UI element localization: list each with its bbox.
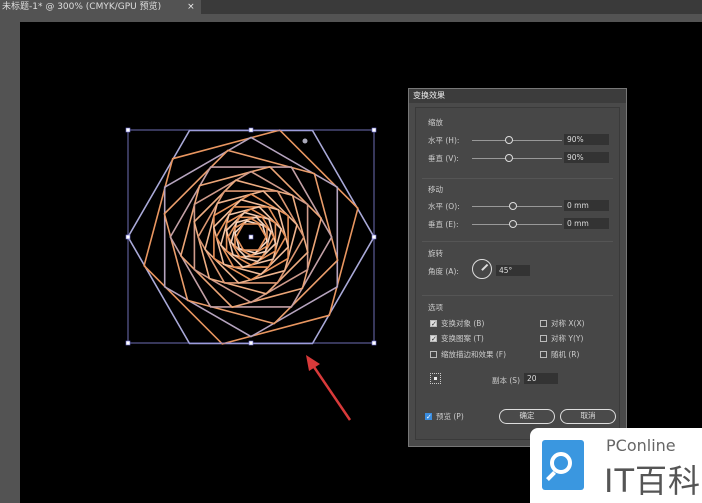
resize-handle[interactable] xyxy=(371,340,377,346)
copies-label: 副本 (S) xyxy=(492,376,520,385)
divider xyxy=(422,241,613,242)
transform-patterns-checkbox[interactable]: ✓ xyxy=(430,335,437,343)
magnifier-logo-icon xyxy=(542,440,584,490)
watermark-name: IT百科 xyxy=(604,462,701,500)
angle-dial[interactable] xyxy=(472,259,492,279)
random-checkbox[interactable] xyxy=(540,351,547,358)
transform-objects-checkbox[interactable]: ✓ xyxy=(430,320,437,328)
ok-button[interactable]: 确定 xyxy=(499,409,555,424)
scale-h-input[interactable]: 90% xyxy=(564,134,609,145)
scale-v-slider[interactable] xyxy=(472,158,562,159)
watermark-brand: PConline xyxy=(606,436,676,455)
preview-checkbox[interactable]: ✓ xyxy=(425,413,432,421)
resize-handle[interactable] xyxy=(248,234,254,240)
move-v-input[interactable]: 0 mm xyxy=(564,218,609,229)
dialog-body: 缩放 水平 (H): 90% 垂直 (V): 90% 移动 水平 (O): 0 … xyxy=(415,107,620,440)
scale-v-knob[interactable] xyxy=(505,154,513,162)
resize-handle[interactable] xyxy=(125,127,131,133)
reflect-y-checkbox[interactable] xyxy=(540,335,547,342)
preview-label: 预览 (P) xyxy=(436,412,464,421)
move-v-knob[interactable] xyxy=(509,220,517,228)
divider xyxy=(422,178,613,179)
arrow-line xyxy=(310,363,352,421)
reflect-x-checkbox[interactable] xyxy=(540,320,547,327)
random-label: 随机 (R) xyxy=(551,350,580,359)
move-h-input[interactable]: 0 mm xyxy=(564,200,609,211)
transform-effect-dialog: 变换效果 缩放 水平 (H): 90% 垂直 (V): 90% 移动 水平 (O… xyxy=(408,88,627,447)
copies-input[interactable]: 20 xyxy=(524,373,558,384)
scale-h-knob[interactable] xyxy=(505,136,513,144)
reference-point-icon[interactable] xyxy=(430,373,441,384)
scale-h-label: 水平 (H): xyxy=(428,136,460,145)
transform-objects-label: 变换对象 (B) xyxy=(441,319,485,328)
move-h-slider[interactable] xyxy=(472,206,562,207)
rotate-label: 旋转 xyxy=(428,249,443,258)
reflect-x-label: 对称 X(X) xyxy=(551,319,585,328)
corner-widget[interactable] xyxy=(302,138,308,144)
reflect-y-label: 对称 Y(Y) xyxy=(551,334,584,343)
scale-h-slider[interactable] xyxy=(472,140,562,141)
move-h-label: 水平 (O): xyxy=(428,202,460,211)
scale-strokes-checkbox[interactable] xyxy=(430,351,437,358)
options-label: 选项 xyxy=(428,303,443,312)
watermark: PConline IT百科 xyxy=(530,428,702,503)
resize-handle[interactable] xyxy=(248,340,254,346)
arrow-head xyxy=(306,355,320,371)
angle-input[interactable]: 45° xyxy=(496,265,530,276)
resize-handle[interactable] xyxy=(125,340,131,346)
resize-handle[interactable] xyxy=(371,234,377,240)
scale-strokes-label: 缩放描边和效果 (F) xyxy=(441,350,507,359)
divider xyxy=(422,295,613,296)
move-label: 移动 xyxy=(428,185,443,194)
move-v-slider[interactable] xyxy=(472,224,562,225)
resize-handle[interactable] xyxy=(371,127,377,133)
resize-handle[interactable] xyxy=(125,234,131,240)
dialog-title: 变换效果 xyxy=(409,89,626,103)
resize-handle[interactable] xyxy=(248,127,254,133)
scale-label: 缩放 xyxy=(428,118,443,127)
scale-v-input[interactable]: 90% xyxy=(564,152,609,163)
selection-handles xyxy=(125,127,377,346)
angle-label: 角度 (A): xyxy=(428,267,459,276)
move-h-knob[interactable] xyxy=(509,202,517,210)
cancel-button[interactable]: 取消 xyxy=(560,409,616,424)
move-v-label: 垂直 (E): xyxy=(428,220,459,229)
scale-v-label: 垂直 (V): xyxy=(428,154,459,163)
transform-patterns-label: 变换图案 (T) xyxy=(441,334,484,343)
